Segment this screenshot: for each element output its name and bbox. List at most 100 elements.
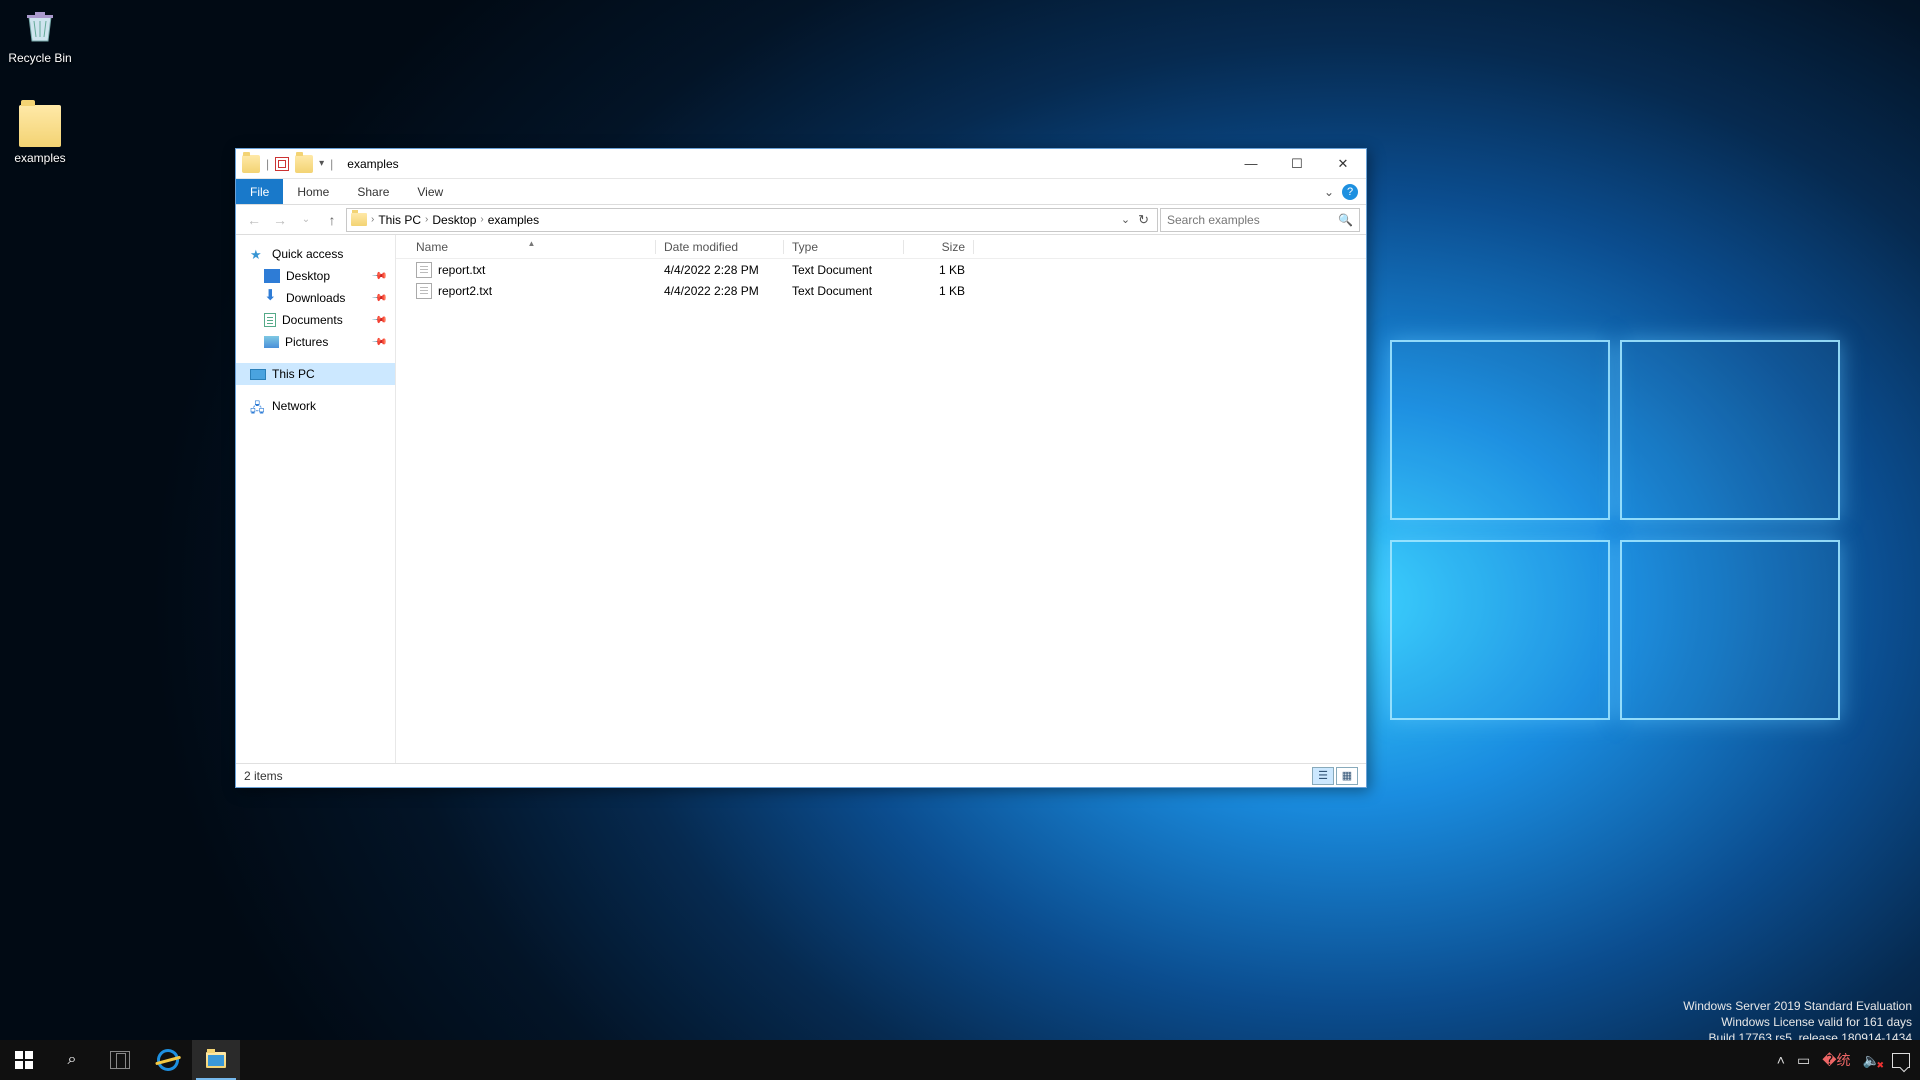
- watermark-line: Windows Server 2019 Standard Evaluation: [1683, 998, 1912, 1014]
- column-name[interactable]: Name ▲: [408, 240, 656, 254]
- recent-locations-dropdown[interactable]: ⌄: [294, 208, 318, 232]
- text-file-icon: [416, 262, 432, 278]
- home-tab[interactable]: Home: [283, 179, 343, 204]
- action-center-icon[interactable]: [1892, 1053, 1910, 1068]
- recycle-bin-label: Recycle Bin: [2, 51, 78, 65]
- folder-icon: [242, 155, 260, 173]
- breadcrumb-this-pc[interactable]: This PC: [378, 213, 421, 227]
- address-bar[interactable]: › This PC › Desktop › examples ⌄ ↻: [346, 208, 1158, 232]
- file-size: 1 KB: [904, 263, 974, 277]
- pin-icon: 📌: [370, 268, 387, 285]
- column-date[interactable]: Date modified: [656, 240, 784, 254]
- file-type: Text Document: [784, 263, 904, 277]
- file-list: Name ▲ Date modified Type Size report.tx…: [396, 235, 1366, 763]
- tray-overflow-icon[interactable]: ˄: [1777, 1052, 1785, 1068]
- sidebar-item-pictures[interactable]: Pictures 📌: [236, 331, 395, 353]
- file-explorer-icon: [206, 1052, 226, 1068]
- properties-icon[interactable]: [275, 157, 289, 171]
- forward-button[interactable]: →: [268, 208, 292, 232]
- window-title: examples: [347, 157, 398, 171]
- taskbar: ⌕ ˄ ▭ �统 🔈✖: [0, 1040, 1920, 1080]
- quick-access[interactable]: ★ Quick access: [236, 243, 395, 265]
- back-button[interactable]: ←: [242, 208, 266, 232]
- wallpaper-pane: [1390, 340, 1610, 520]
- wallpaper-pane: [1620, 540, 1840, 720]
- sidebar-item-network[interactable]: 🖧 Network: [236, 395, 395, 417]
- customize-qat-dropdown[interactable]: ▾: [319, 158, 324, 169]
- file-row[interactable]: report2.txt 4/4/2022 2:28 PM Text Docume…: [396, 280, 1366, 301]
- examples-label: examples: [2, 151, 78, 165]
- network-icon: 🖧: [250, 399, 266, 413]
- network-tray-icon[interactable]: �统: [1822, 1050, 1850, 1070]
- file-tab[interactable]: File: [236, 179, 283, 204]
- pictures-icon: [264, 336, 279, 348]
- sidebar-item-this-pc[interactable]: This PC: [236, 363, 395, 385]
- file-explorer-window: | ▾ | examples — ☐ ✕ File Home Share Vie…: [235, 148, 1367, 788]
- internet-explorer-button[interactable]: [144, 1040, 192, 1080]
- up-button[interactable]: ↑: [320, 208, 344, 232]
- sidebar-label: This PC: [272, 367, 315, 381]
- search-placeholder: Search examples: [1167, 213, 1260, 227]
- address-dropdown-icon[interactable]: ⌄: [1121, 213, 1130, 226]
- folder-icon: [19, 105, 61, 147]
- sidebar-label: Pictures: [285, 335, 328, 349]
- sidebar-label: Downloads: [286, 291, 345, 305]
- minimize-button[interactable]: —: [1228, 149, 1274, 178]
- file-name: report2.txt: [438, 284, 492, 298]
- star-icon: ★: [250, 247, 266, 261]
- sidebar-label: Network: [272, 399, 316, 413]
- document-icon: [264, 313, 276, 327]
- chevron-right-icon[interactable]: ›: [480, 214, 483, 225]
- tray-app-icon[interactable]: ▭: [1797, 1052, 1810, 1069]
- new-folder-icon[interactable]: [295, 155, 313, 173]
- item-count: 2 items: [244, 769, 283, 783]
- chevron-right-icon[interactable]: ›: [371, 214, 374, 225]
- folder-icon: [351, 213, 367, 226]
- titlebar[interactable]: | ▾ | examples — ☐ ✕: [236, 149, 1366, 179]
- examples-folder-icon[interactable]: examples: [2, 105, 78, 165]
- share-tab[interactable]: Share: [343, 179, 403, 204]
- column-size[interactable]: Size: [904, 240, 974, 254]
- windows-watermark: Windows Server 2019 Standard Evaluation …: [1683, 998, 1912, 1046]
- search-button[interactable]: ⌕: [48, 1040, 96, 1080]
- sidebar-item-downloads[interactable]: ⬇ Downloads 📌: [236, 287, 395, 309]
- sidebar-item-desktop[interactable]: Desktop 📌: [236, 265, 395, 287]
- chevron-right-icon[interactable]: ›: [425, 214, 428, 225]
- search-icon: 🔍: [1338, 213, 1353, 227]
- start-button[interactable]: [0, 1040, 48, 1080]
- column-type[interactable]: Type: [784, 240, 904, 254]
- search-box[interactable]: Search examples 🔍: [1160, 208, 1360, 232]
- close-button[interactable]: ✕: [1320, 149, 1366, 178]
- pin-icon: 📌: [370, 312, 387, 329]
- col-label: Name: [416, 240, 448, 254]
- watermark-line: Windows License valid for 161 days: [1683, 1014, 1912, 1030]
- status-bar: 2 items ☰ ▦: [236, 763, 1366, 787]
- sidebar-item-documents[interactable]: Documents 📌: [236, 309, 395, 331]
- large-icons-view-button[interactable]: ▦: [1336, 767, 1358, 785]
- sidebar-label: Desktop: [286, 269, 330, 283]
- help-icon[interactable]: ?: [1342, 184, 1358, 200]
- pin-icon: 📌: [370, 334, 387, 351]
- file-row[interactable]: report.txt 4/4/2022 2:28 PM Text Documen…: [396, 259, 1366, 280]
- wallpaper-pane: [1390, 540, 1610, 720]
- file-size: 1 KB: [904, 284, 974, 298]
- breadcrumb-examples[interactable]: examples: [488, 213, 539, 227]
- maximize-button[interactable]: ☐: [1274, 149, 1320, 178]
- desktop[interactable]: Recycle Bin examples | ▾ | examples — ☐ …: [0, 0, 1920, 1080]
- quick-access-toolbar: | ▾ | examples: [236, 155, 399, 173]
- breadcrumb-desktop[interactable]: Desktop: [432, 213, 476, 227]
- view-tab[interactable]: View: [403, 179, 457, 204]
- volume-muted-icon[interactable]: 🔈✖: [1863, 1052, 1880, 1069]
- ribbon-expand-icon[interactable]: ⌄: [1324, 185, 1334, 199]
- details-view-button[interactable]: ☰: [1312, 767, 1334, 785]
- recycle-bin-icon[interactable]: Recycle Bin: [2, 5, 78, 65]
- task-view-button[interactable]: [96, 1040, 144, 1080]
- file-type: Text Document: [784, 284, 904, 298]
- address-toolbar: ← → ⌄ ↑ › This PC › Desktop › examples ⌄…: [236, 205, 1366, 235]
- sidebar-label: Documents: [282, 313, 343, 327]
- refresh-button[interactable]: ↻: [1138, 212, 1149, 228]
- file-explorer-taskbar-button[interactable]: [192, 1040, 240, 1080]
- wallpaper-pane: [1620, 340, 1840, 520]
- task-view-icon: [110, 1051, 130, 1069]
- trash-icon: [19, 5, 61, 47]
